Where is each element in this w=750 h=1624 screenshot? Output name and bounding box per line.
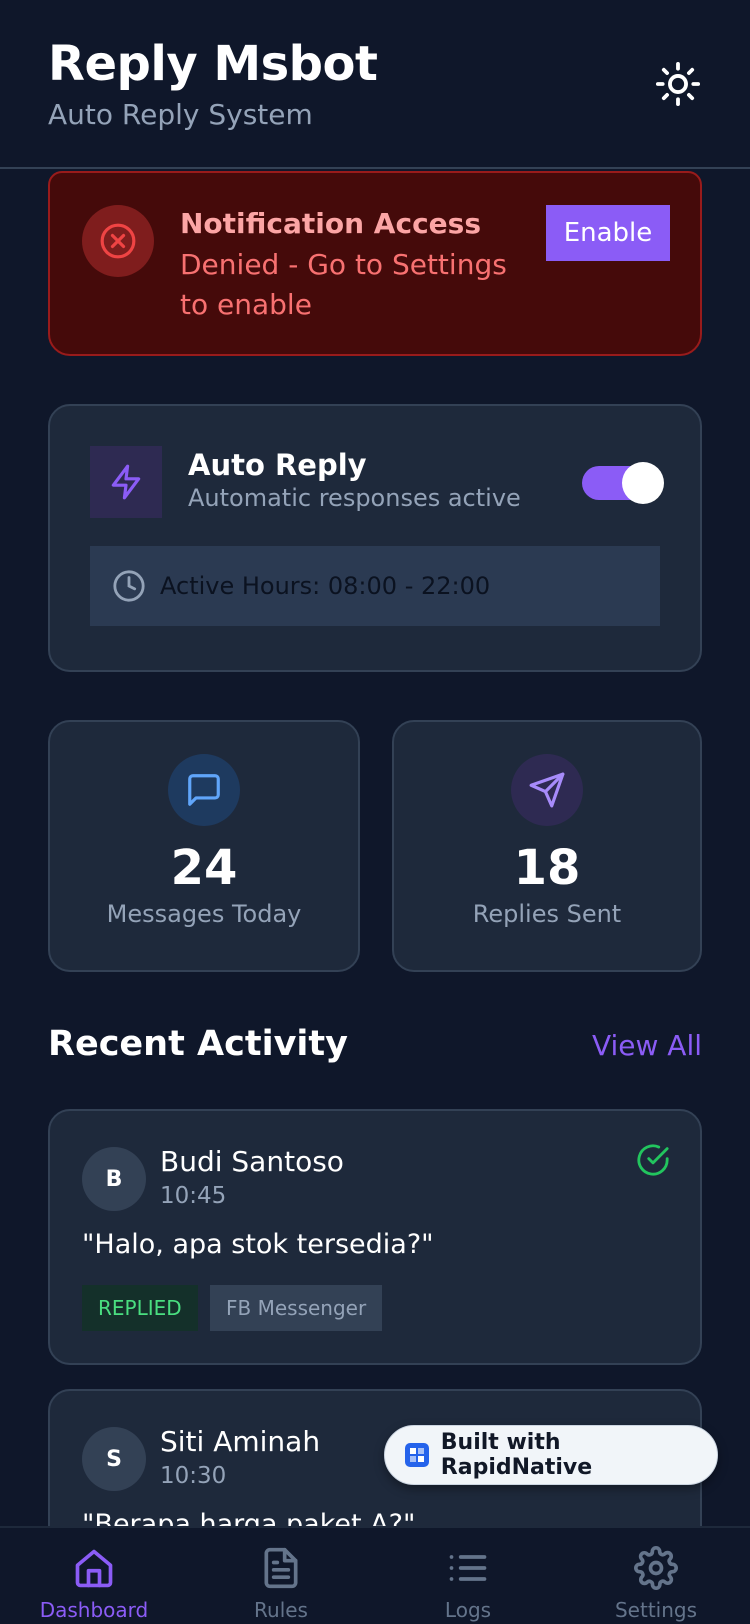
source-badge: FB Messenger bbox=[210, 1285, 383, 1331]
dashboard-content[interactable]: Notification Access Denied - Go to Setti… bbox=[0, 171, 750, 1526]
check-circle-icon bbox=[637, 1144, 669, 1176]
activity-message: "Berapa harga paket A?" bbox=[82, 1509, 416, 1526]
stat-icon-container bbox=[511, 754, 583, 826]
stat-value: 18 bbox=[513, 840, 581, 896]
tab-label: Dashboard bbox=[39, 1598, 149, 1622]
stat-icon-container bbox=[168, 754, 240, 826]
alert-description: Denied - Go to Settings to enable bbox=[180, 248, 507, 321]
theme-toggle-button[interactable] bbox=[652, 58, 704, 110]
activity-sender-name: Budi Santoso bbox=[160, 1145, 344, 1178]
avatar: S bbox=[82, 1427, 146, 1491]
active-hours-box[interactable]: Active Hours: 08:00 - 22:00 bbox=[90, 546, 660, 626]
activity-sender-name: Siti Aminah bbox=[160, 1425, 321, 1458]
rapidnative-logo-icon bbox=[405, 1443, 429, 1467]
view-all-link[interactable]: View All bbox=[592, 1029, 702, 1062]
avatar: B bbox=[82, 1147, 146, 1211]
toggle-knob bbox=[622, 462, 664, 504]
zap-icon bbox=[111, 464, 141, 500]
auto-reply-title: Auto Reply bbox=[188, 448, 367, 482]
auto-reply-toggle[interactable] bbox=[582, 462, 664, 504]
activity-message: "Halo, apa stok tersedia?" bbox=[82, 1229, 434, 1260]
home-icon bbox=[75, 1549, 113, 1588]
tab-dashboard[interactable]: Dashboard bbox=[19, 1528, 169, 1624]
stat-label: Replies Sent bbox=[472, 900, 622, 928]
app-subtitle: Auto Reply System bbox=[48, 98, 313, 131]
stat-card-replies: 18 Replies Sent bbox=[392, 720, 702, 972]
file-text-icon bbox=[264, 1547, 298, 1589]
message-square-icon bbox=[188, 774, 220, 806]
settings-icon bbox=[634, 1546, 678, 1590]
stat-label: Messages Today bbox=[106, 900, 302, 928]
app-header: Reply Msbot Auto Reply System bbox=[0, 0, 750, 169]
list-icon bbox=[449, 1555, 487, 1581]
app-title: Reply Msbot bbox=[48, 36, 378, 92]
x-circle-icon bbox=[100, 223, 136, 259]
auto-reply-subtitle: Automatic responses active bbox=[188, 484, 521, 512]
alert-icon-container bbox=[82, 205, 154, 277]
tab-label: Rules bbox=[254, 1598, 308, 1622]
alert-title: Notification Access bbox=[180, 207, 481, 240]
bottom-tab-bar: Dashboard Rules Logs Settings bbox=[0, 1526, 750, 1624]
status-badge: REPLIED bbox=[82, 1285, 198, 1331]
tab-settings[interactable]: Settings bbox=[581, 1528, 731, 1624]
stat-value: 24 bbox=[170, 840, 238, 896]
stat-card-messages: 24 Messages Today bbox=[48, 720, 360, 972]
tab-label: Logs bbox=[444, 1598, 492, 1622]
activity-time: 10:30 bbox=[160, 1463, 227, 1489]
built-with-badge[interactable]: Built with RapidNative bbox=[384, 1425, 718, 1485]
send-icon bbox=[529, 772, 565, 808]
sun-icon bbox=[655, 61, 701, 107]
activity-item[interactable]: B Budi Santoso 10:45 "Halo, apa stok ter… bbox=[48, 1109, 702, 1365]
auto-reply-card: Auto Reply Automatic responses active Ac… bbox=[48, 404, 702, 672]
active-hours-text: Active Hours: 08:00 - 22:00 bbox=[160, 572, 491, 600]
enable-button[interactable]: Enable bbox=[546, 205, 670, 261]
badge-text: Built with RapidNative bbox=[440, 1430, 593, 1480]
notification-access-alert: Notification Access Denied - Go to Setti… bbox=[48, 171, 702, 356]
tab-logs[interactable]: Logs bbox=[393, 1528, 543, 1624]
tab-label: Settings bbox=[614, 1598, 698, 1622]
auto-reply-icon-container bbox=[90, 446, 162, 518]
recent-activity-title: Recent Activity bbox=[48, 1024, 348, 1064]
tab-rules[interactable]: Rules bbox=[206, 1528, 356, 1624]
clock-icon bbox=[112, 569, 146, 603]
activity-time: 10:45 bbox=[160, 1183, 227, 1209]
